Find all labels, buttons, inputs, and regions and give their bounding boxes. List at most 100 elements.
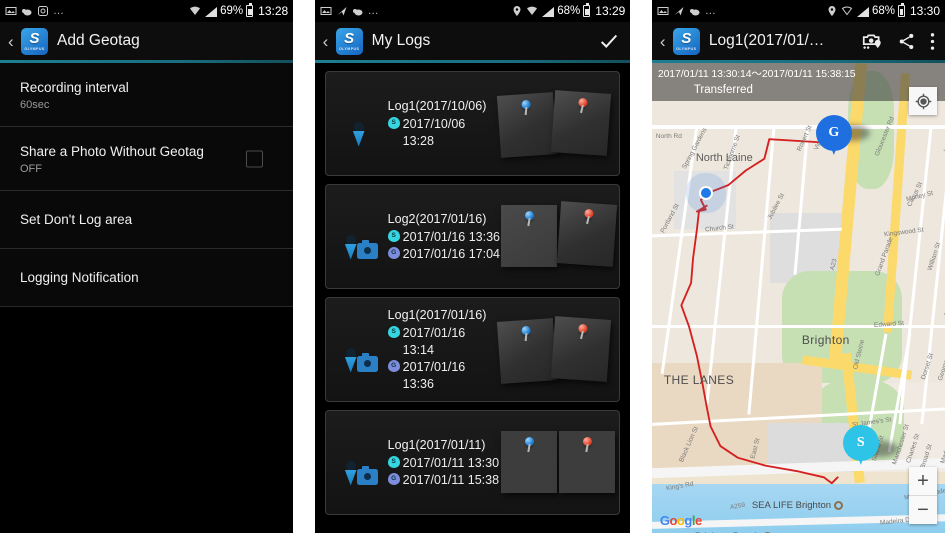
log-end-time: 2017/01/16 17:04 bbox=[402, 246, 500, 261]
thumbnail-note-left bbox=[497, 317, 558, 384]
screen-my-logs: … 68% 13:29 ‹ S OLYMPUS My Logs Log1(201… bbox=[314, 0, 631, 533]
more-notifications-icon: … bbox=[704, 5, 717, 17]
share-photo-checkbox[interactable] bbox=[246, 150, 264, 167]
battery-icon bbox=[897, 3, 905, 17]
log-type-icons bbox=[334, 214, 384, 260]
log-end-time: 13:36 bbox=[402, 376, 434, 391]
clock: 13:29 bbox=[595, 4, 626, 18]
poi-label[interactable]: SEA LIFE Brighton bbox=[752, 500, 844, 511]
geotag-photos-icon[interactable] bbox=[862, 31, 883, 52]
thumbnail-note-right bbox=[557, 200, 618, 267]
log-time-range: 2017/01/11 13:30:14～2017/01/11 15:38:15 bbox=[657, 68, 856, 80]
setting-title: Share a Photo Without Geotag bbox=[20, 144, 204, 159]
log-thumbnails bbox=[497, 312, 612, 388]
status-bar-settings: … 69% 13:28 bbox=[0, 0, 294, 22]
battery-icon bbox=[583, 3, 591, 17]
page-title-my-logs: My Logs bbox=[371, 32, 431, 49]
status-bar-map: … 68% 13:30 bbox=[651, 0, 945, 22]
panel-divider-2 bbox=[630, 0, 652, 533]
camera-icon bbox=[357, 352, 379, 372]
thumbnail-note-right bbox=[551, 89, 612, 156]
zoom-out-button[interactable]: − bbox=[909, 496, 937, 524]
blue-pushpin-icon bbox=[525, 210, 535, 220]
my-location-button[interactable] bbox=[909, 87, 937, 115]
log-start-date: 2017/10/06 bbox=[402, 116, 466, 131]
log-details: Log1(2017/10/06) S 2017/10/06 13:28 bbox=[384, 98, 500, 150]
log-details: Log2(2017/01/16) S 2017/01/16 13:36 G 20… bbox=[384, 211, 510, 263]
share-icon[interactable] bbox=[897, 32, 916, 51]
app-brand-label: OLYMPUS bbox=[676, 46, 697, 51]
action-bar-settings: ‹ S OLYMPUS Add Geotag bbox=[0, 22, 294, 60]
signal-icon bbox=[204, 6, 218, 17]
setting-row-set-dont-log-area[interactable]: Set Don't Log area bbox=[0, 191, 294, 249]
watermark-letter: g bbox=[684, 513, 692, 528]
log-list[interactable]: Log1(2017/10/06) S 2017/10/06 13:28 Log2… bbox=[314, 63, 631, 515]
log-type-icons bbox=[334, 327, 384, 373]
log-start-time: 13:28 bbox=[402, 133, 434, 148]
setting-value: 60sec bbox=[20, 99, 50, 111]
goal-marker-pin[interactable]: G bbox=[818, 118, 849, 156]
log-type-icons bbox=[334, 101, 384, 147]
log-end-time: 2017/01/11 15:38 bbox=[402, 472, 500, 487]
signal-icon bbox=[856, 6, 869, 17]
wifi-icon bbox=[190, 6, 201, 15]
screen-log-map: … 68% 13:30 ‹ S OLYMPUS Log1(2017/01/… 2… bbox=[651, 0, 945, 533]
app-logo-olympus[interactable]: S OLYMPUS bbox=[672, 27, 700, 55]
status-system-icons: 68% 13:30 bbox=[826, 3, 940, 18]
watermark-letter: e bbox=[694, 513, 702, 528]
zoom-controls[interactable]: + − bbox=[909, 467, 937, 524]
battery-percent: 68% bbox=[557, 5, 581, 17]
action-bar-logs: ‹ S OLYMPUS My Logs bbox=[314, 22, 631, 60]
log-start-time: 2017/01/11 13:30 bbox=[402, 455, 500, 470]
app-brand-label: OLYMPUS bbox=[339, 46, 360, 51]
start-marker-icon: S bbox=[387, 455, 401, 472]
three-screenshot-strip: … 69% 13:28 ‹ S OLYMPUS Add Geotag Recor… bbox=[0, 0, 945, 533]
setting-value: OFF bbox=[20, 163, 42, 175]
watermark-letter: o bbox=[669, 513, 677, 528]
thumbnail-note-left bbox=[501, 204, 558, 267]
log-start-time-row: S 2017/01/11 13:30 bbox=[387, 455, 510, 472]
log-start-time-row: S 2017/01/16 bbox=[387, 325, 500, 342]
list-item[interactable]: Log1(2017/10/06) S 2017/10/06 13:28 bbox=[324, 71, 621, 176]
cloud-sync-icon bbox=[22, 9, 32, 16]
log-thumbnails bbox=[501, 199, 618, 275]
goal-marker-icon: G bbox=[387, 472, 401, 489]
red-pushpin-icon bbox=[584, 208, 595, 218]
thumbnail-note-left bbox=[501, 430, 558, 493]
place-label: North Laine bbox=[695, 152, 753, 164]
thumbnail-note-right bbox=[551, 315, 612, 382]
battery-percent: 68% bbox=[871, 5, 895, 17]
camera-icon bbox=[357, 239, 379, 259]
list-item[interactable]: Log2(2017/01/16) S 2017/01/16 13:36 G 20… bbox=[324, 184, 621, 289]
back-icon[interactable]: ‹ bbox=[660, 33, 671, 50]
app-logo-olympus[interactable]: S OLYMPUS bbox=[21, 27, 48, 55]
setting-title: Recording interval bbox=[20, 80, 129, 95]
start-marker-icon: S bbox=[387, 325, 401, 342]
list-item[interactable]: Log1(2017/01/16) S 2017/01/16 13:14 G 20… bbox=[324, 297, 621, 402]
wifi-icon bbox=[527, 6, 538, 15]
setting-row-logging-notification[interactable]: Logging Notification bbox=[0, 249, 294, 307]
overflow-menu-icon[interactable] bbox=[930, 32, 935, 51]
list-item[interactable]: Log1(2017/01/11) S 2017/01/11 13:30 G 20… bbox=[324, 410, 621, 515]
confirm-check-icon[interactable] bbox=[598, 30, 620, 52]
setting-row-share-photo-without-geotag[interactable]: Share a Photo Without Geotag OFF bbox=[0, 127, 294, 191]
olympus-mark-icon: S bbox=[29, 29, 40, 47]
status-notification-icons: … bbox=[320, 5, 512, 17]
setting-title: Logging Notification bbox=[20, 270, 139, 285]
start-marker-pin[interactable]: S bbox=[845, 428, 876, 466]
log-time-banner: 2017/01/11 13:30:14～2017/01/11 15:38:15 … bbox=[651, 63, 945, 101]
map-canvas[interactable]: 2017/01/11 13:30:14～2017/01/11 15:38:15 … bbox=[651, 63, 945, 533]
gps-active-icon bbox=[674, 7, 684, 16]
setting-row-recording-interval[interactable]: Recording interval 60sec bbox=[0, 63, 294, 127]
back-icon[interactable]: ‹ bbox=[323, 33, 334, 50]
page-title-add-geotag: Add Geotag bbox=[57, 32, 140, 49]
action-bar-actions bbox=[862, 31, 937, 52]
log-name: Log1(2017/01/16) bbox=[387, 307, 487, 322]
app-logo-olympus[interactable]: S OLYMPUS bbox=[335, 27, 363, 55]
back-icon[interactable]: ‹ bbox=[8, 33, 19, 50]
zoom-in-button[interactable]: + bbox=[909, 467, 937, 495]
log-start-clock-row: 13:28 bbox=[388, 133, 500, 150]
action-bar-actions bbox=[598, 30, 622, 52]
status-bar-logs: … 68% 13:29 bbox=[314, 0, 631, 22]
red-pushpin-icon bbox=[578, 323, 589, 333]
